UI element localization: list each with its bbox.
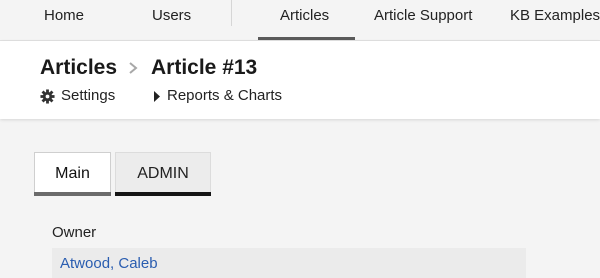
owner-label: Owner <box>52 224 97 241</box>
nav-item-article-support[interactable]: Article Support <box>374 7 472 24</box>
nav-item-home[interactable]: Home <box>44 7 84 24</box>
top-navigation: Home Users Articles Article Support KB E… <box>0 0 600 41</box>
nav-item-kb-examples[interactable]: KB Examples <box>510 7 600 24</box>
nav-item-users[interactable]: Users <box>152 7 191 24</box>
owner-link[interactable]: Atwood, Caleb <box>60 255 158 272</box>
tab-admin[interactable]: ADMIN <box>115 152 211 196</box>
tab-admin-indicator <box>115 192 211 196</box>
tab-main[interactable]: Main <box>34 152 111 196</box>
gear-icon <box>40 89 55 104</box>
nav-item-articles[interactable]: Articles <box>280 7 329 24</box>
nav-active-indicator <box>258 37 355 40</box>
page-header: Articles Article #13 Settings Reports & … <box>0 41 600 119</box>
reports-charts-link[interactable]: Reports & Charts <box>167 87 282 104</box>
tab-main-indicator <box>34 192 111 196</box>
owner-field: Atwood, Caleb <box>52 248 526 278</box>
breadcrumb-current: Article #13 <box>151 56 258 79</box>
settings-link[interactable]: Settings <box>61 87 115 104</box>
caret-right-icon <box>154 91 160 102</box>
chevron-right-icon <box>129 62 138 74</box>
nav-divider <box>231 0 232 26</box>
breadcrumb-parent[interactable]: Articles <box>40 56 117 80</box>
